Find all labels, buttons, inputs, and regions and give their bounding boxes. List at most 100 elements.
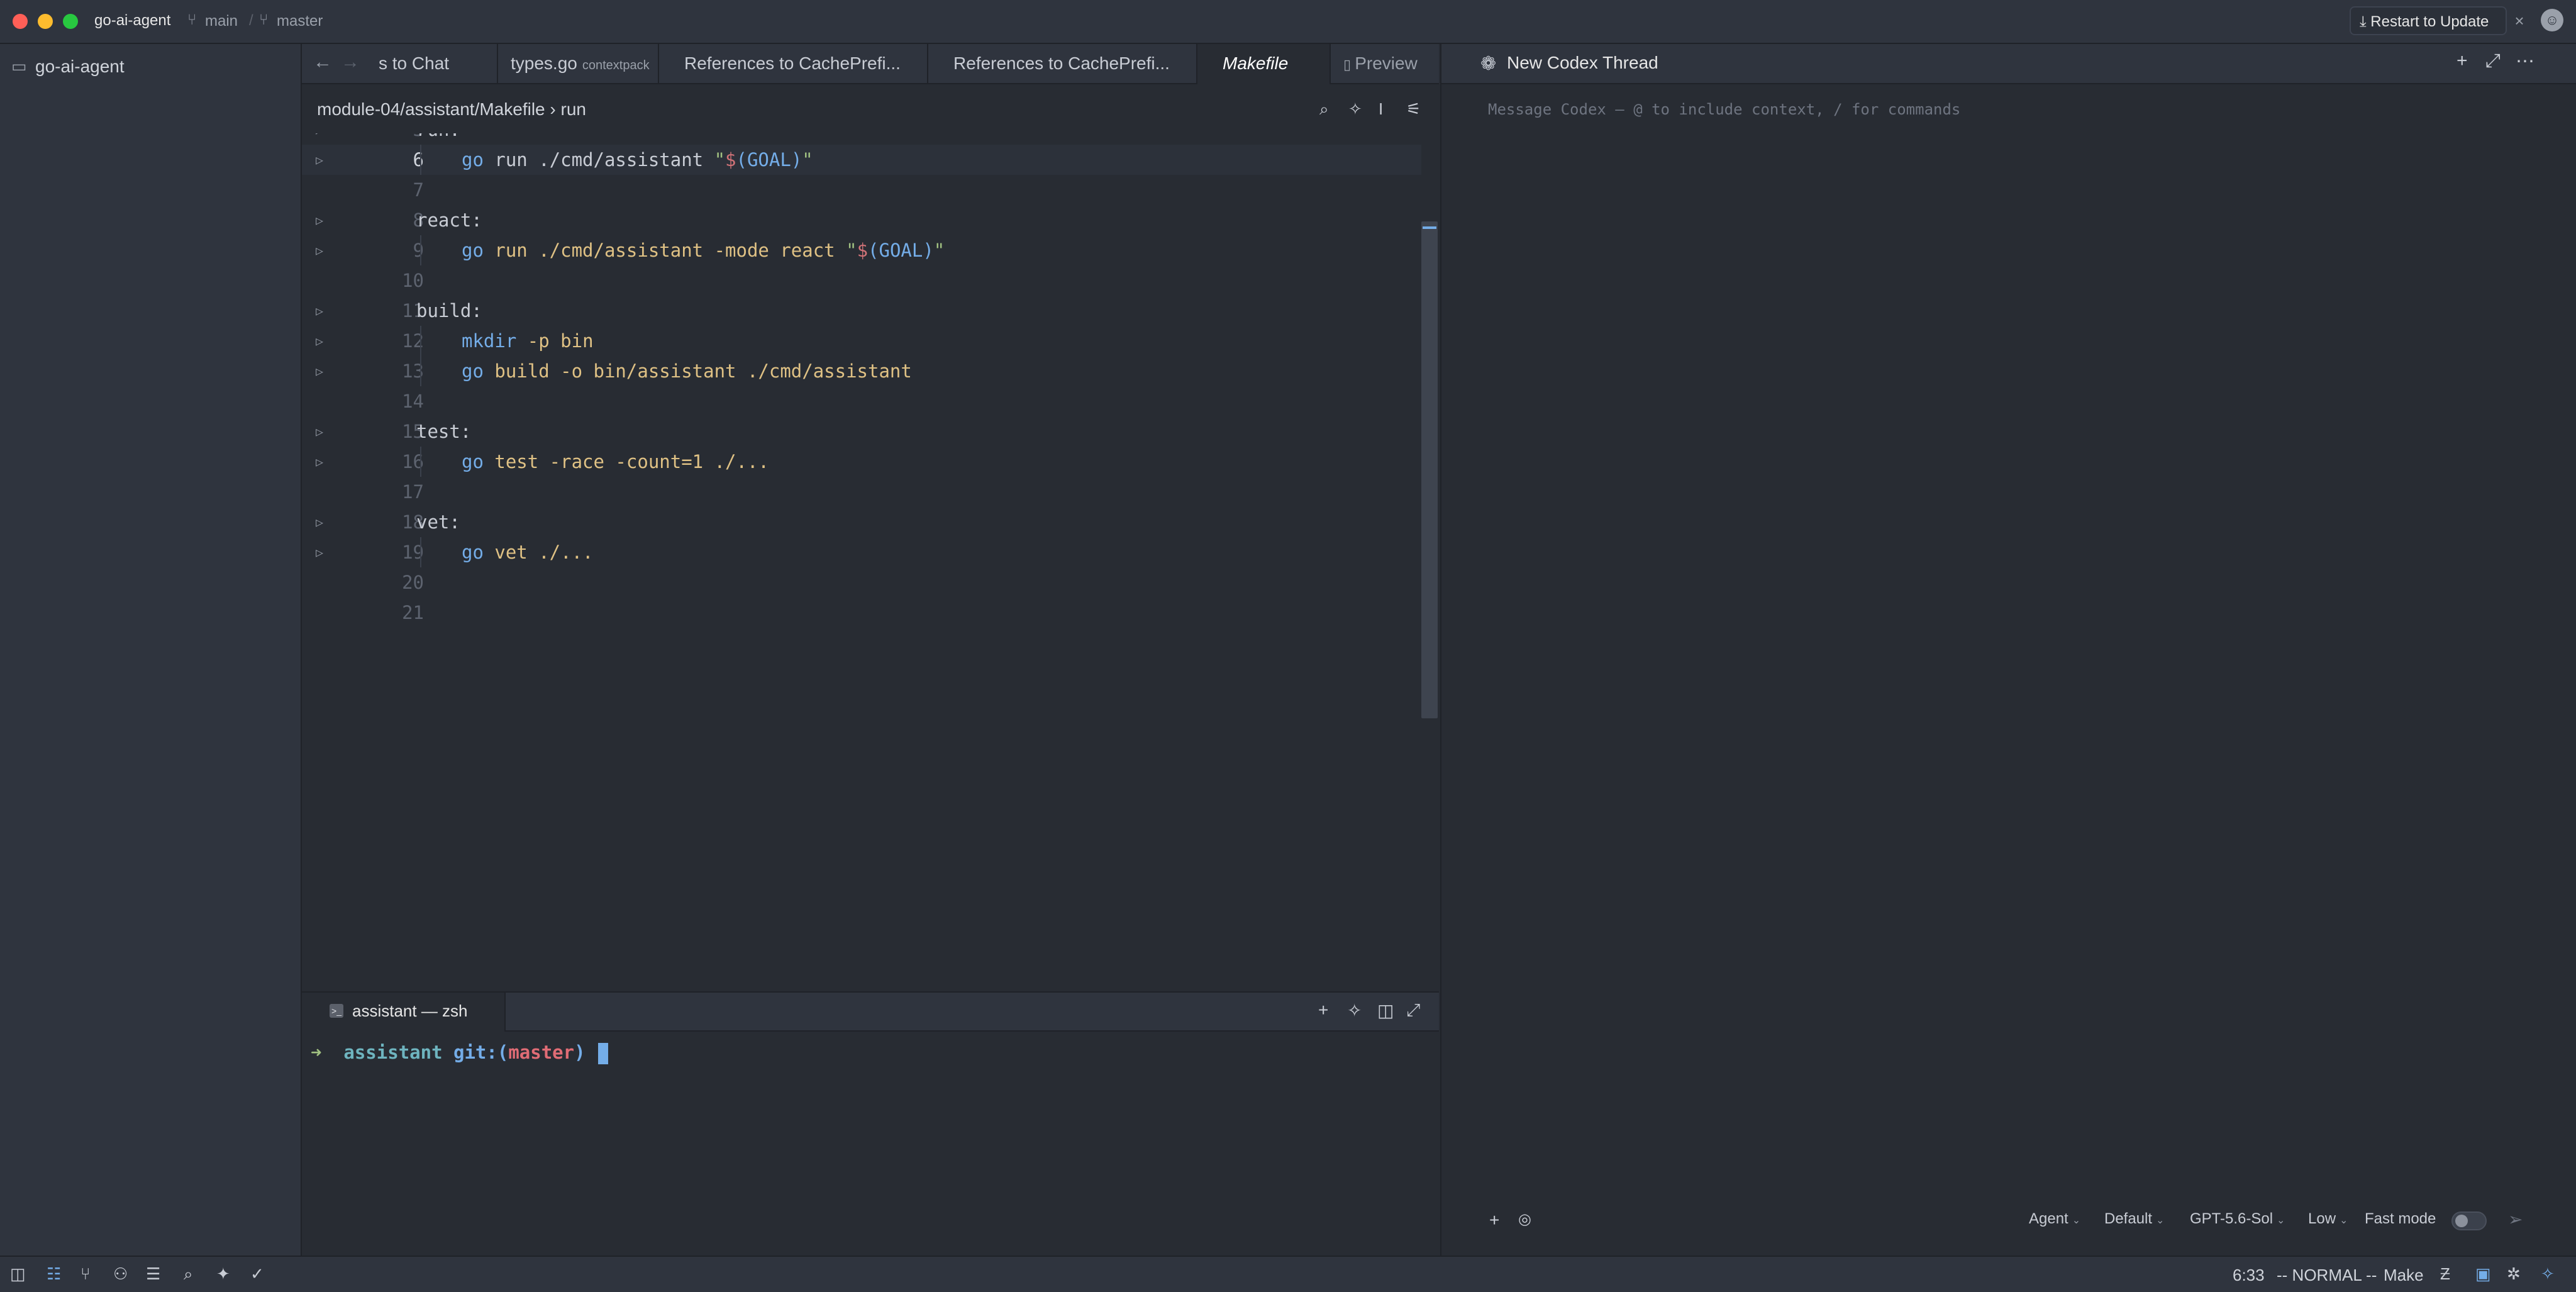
forward-arrow-icon[interactable]: → xyxy=(341,52,360,73)
fold-arrow-icon[interactable]: ▷ xyxy=(316,326,323,356)
code-line: ▷ 13 go build -o bin/assistant ./cmd/ass… xyxy=(302,356,1421,386)
code-line: ▷ 19 go vet ./... xyxy=(302,537,1421,567)
restart-to-update-button[interactable]: ⤓ Restart to Update xyxy=(2350,6,2507,35)
project-root-folder[interactable]: go-ai-agent xyxy=(35,57,125,77)
new-thread-icon[interactable]: + xyxy=(2457,50,2468,72)
codex-thread-title[interactable]: New Codex Thread xyxy=(1507,53,1658,73)
back-arrow-icon[interactable]: ← xyxy=(313,52,332,73)
chevron-down-icon: ⌄ xyxy=(2277,1215,2285,1226)
git-branch-icon: ⑂ xyxy=(187,11,197,28)
fold-arrow-icon[interactable]: ▷ xyxy=(316,205,323,235)
check-icon[interactable]: ✓ xyxy=(250,1264,264,1284)
add-context-icon[interactable]: + xyxy=(1489,1210,1499,1230)
agent-selector[interactable]: Agent ⌄ xyxy=(2029,1210,2080,1228)
tab-preview[interactable]: ▯ Preview xyxy=(1331,44,1439,83)
code-editor[interactable]: ▷ 5 run: ▷ 6 go run ./cmd/assistant "$(G… xyxy=(302,133,1421,1033)
ai-assist-icon[interactable]: ✧ xyxy=(1348,99,1362,119)
tab-chat[interactable]: s to Chat xyxy=(371,44,498,83)
vim-mode: -- NORMAL -- xyxy=(2277,1266,2377,1284)
codex-logo-icon: ❁ xyxy=(1480,53,1497,74)
codex-message-input[interactable]: Message Codex — @ to include context, / … xyxy=(1488,101,1960,118)
ai-status-icon[interactable]: Ƶ xyxy=(2440,1264,2450,1284)
git-icon[interactable]: ⑂ xyxy=(80,1264,91,1284)
folder-icon: ▭ xyxy=(11,57,27,75)
code-line: 10 xyxy=(402,270,424,291)
terminal-panel[interactable]: >_ assistant — zsh + ✧ ◫ ⤢ ➜ assistant g… xyxy=(302,991,1439,1257)
tab-types-go[interactable]: types.go contextpack xyxy=(498,44,659,83)
tab-references-2[interactable]: References to CachePrefi... xyxy=(928,44,1197,83)
window-maximize-button[interactable] xyxy=(63,14,78,29)
window-close-button[interactable] xyxy=(13,14,28,29)
preset-selector[interactable]: Default ⌄ xyxy=(2104,1210,2164,1228)
cursor-icon[interactable]: I xyxy=(1379,99,1383,119)
tab-references-1[interactable]: References to CachePrefi... xyxy=(659,44,928,83)
fold-arrow-icon[interactable]: ▷ xyxy=(316,416,323,447)
editor-pane: ← → s to Chat types.go contextpack Refere… xyxy=(302,44,1439,1257)
model-selector[interactable]: GPT-5.6-Sol ⌄ xyxy=(2190,1210,2285,1228)
codex-header: ❁ New Codex Thread + ⤢ ⋯ xyxy=(1441,44,2576,84)
indent-guide xyxy=(420,145,421,175)
send-icon[interactable]: ➢ xyxy=(2508,1209,2523,1230)
code-line: ▷ 18 vet: xyxy=(302,507,1421,537)
project-tree-icon[interactable]: ☷ xyxy=(47,1264,61,1284)
code-line: ▷ 15 test: xyxy=(302,416,1421,447)
search-icon[interactable]: ⌕ xyxy=(184,1264,193,1284)
more-options-icon[interactable]: ⋯ xyxy=(2516,50,2534,72)
indent-guide xyxy=(420,537,421,567)
window-minimize-button[interactable] xyxy=(38,14,53,29)
code-line: ▷ 12 mkdir -p bin xyxy=(302,326,1421,356)
debug-icon[interactable]: ✲ xyxy=(2507,1264,2521,1284)
add-icon[interactable]: + xyxy=(1318,1000,1328,1020)
branch-main[interactable]: main xyxy=(205,13,238,30)
ai-assist-icon[interactable]: ✧ xyxy=(1347,1000,1362,1021)
fold-arrow-icon[interactable]: ▷ xyxy=(316,235,323,265)
code-line: 7 xyxy=(413,179,424,201)
diagnostics-icon[interactable]: ✦ xyxy=(216,1264,230,1284)
expand-icon[interactable]: ⤢ xyxy=(2485,50,2501,72)
code-line: 14 xyxy=(402,391,424,412)
language-selector[interactable]: Make xyxy=(2384,1266,2424,1285)
fold-arrow-icon[interactable]: ▷ xyxy=(316,447,323,477)
project-name[interactable]: go-ai-agent xyxy=(94,12,170,30)
indent-guide xyxy=(420,235,421,265)
target-icon[interactable]: ◎ xyxy=(1518,1210,1531,1228)
codex-panel: ❁ New Codex Thread + ⤢ ⋯ Message Codex —… xyxy=(1440,44,2576,1256)
terminal-toggle-icon[interactable]: ▣ xyxy=(2475,1264,2491,1284)
tab-terminal-zsh[interactable]: >_ assistant — zsh xyxy=(302,993,506,1032)
fold-arrow-icon[interactable]: ▷ xyxy=(316,507,323,537)
close-icon[interactable]: × xyxy=(2507,6,2532,35)
split-pane-icon[interactable]: ◫ xyxy=(1377,1000,1394,1021)
codex-toolbar: + ◎ Agent ⌄ Default ⌄ GPT-5.6-Sol ⌄ Low ⌄ Fa… xyxy=(1441,1204,2576,1242)
effort-selector[interactable]: Low ⌄ xyxy=(2308,1210,2348,1228)
avatar[interactable]: ☺ xyxy=(2541,9,2563,31)
collaborators-icon[interactable]: ⚇ xyxy=(113,1264,128,1284)
fold-arrow-icon[interactable]: ▷ xyxy=(316,145,323,175)
toggle-sidebar-icon[interactable]: ◫ xyxy=(10,1264,26,1284)
code-line: ▷ 16 go test -race -count=1 ./... xyxy=(302,447,1421,477)
fold-arrow-icon[interactable]: ▷ xyxy=(316,296,323,326)
indent-guide xyxy=(420,326,421,356)
chevron-down-icon: ⌄ xyxy=(2072,1215,2081,1226)
editor-scrollbar[interactable] xyxy=(1421,221,1438,718)
cursor-position[interactable]: 6:33 xyxy=(2233,1266,2265,1285)
branch-separator: / xyxy=(249,12,253,29)
indent-guide xyxy=(420,447,421,477)
project-panel: ▭ go-ai-agent xyxy=(0,44,302,1256)
fold-arrow-icon[interactable]: ▷ xyxy=(316,537,323,567)
search-icon[interactable]: ⌕ xyxy=(1319,99,1329,120)
fast-mode-toggle[interactable] xyxy=(2451,1211,2487,1230)
status-bar: ◫ ☷ ⑂ ⚇ ☰ ⌕ ✦ ✓ 6:33 -- NORMAL -- Make Ƶ… xyxy=(0,1256,2576,1292)
fold-arrow-icon[interactable]: ▷ xyxy=(316,356,323,386)
breadcrumb[interactable]: module-04/assistant/Makefile › run xyxy=(317,99,586,120)
code-line-current: ▷ 6 go run ./cmd/assistant "$(GOAL)" xyxy=(302,145,1421,175)
branch-master[interactable]: master xyxy=(277,13,323,30)
code-line: 17 xyxy=(402,481,424,503)
settings-sliders-icon[interactable]: ⚟ xyxy=(1406,99,1421,119)
tab-makefile[interactable]: Makefile xyxy=(1197,44,1331,84)
agent-panel-icon[interactable]: ✧ xyxy=(2541,1264,2555,1284)
terminal-cursor xyxy=(597,1043,608,1064)
fold-arrow-icon[interactable]: ▷ xyxy=(316,133,323,145)
terminal-icon: >_ xyxy=(330,1004,343,1018)
outline-icon[interactable]: ☰ xyxy=(146,1264,160,1284)
expand-icon[interactable]: ⤢ xyxy=(1406,1000,1420,1021)
